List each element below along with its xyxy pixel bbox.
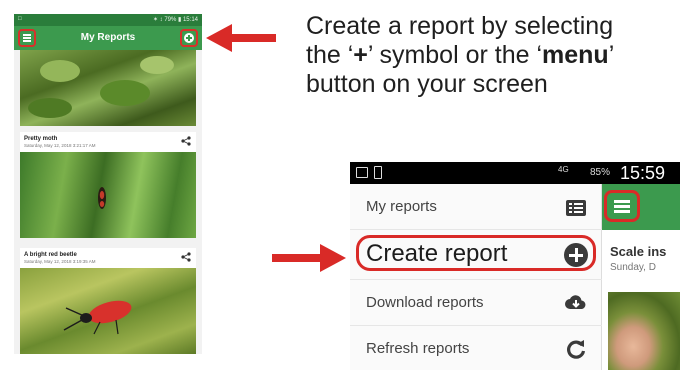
sim-icon bbox=[374, 166, 382, 179]
add-report-button[interactable] bbox=[180, 29, 198, 47]
drawer-item-label: Download reports bbox=[366, 294, 484, 311]
report-card[interactable]: Pretty moth Saturday, May 12, 2018 3:21:… bbox=[20, 132, 196, 238]
instruction-line-1: Create a report by selecting bbox=[306, 12, 614, 40]
network-indicator: 4G bbox=[558, 165, 569, 174]
report-date: Saturday, May 12, 2018 3:21:17 AM bbox=[24, 143, 96, 148]
report-photo bbox=[608, 292, 680, 370]
drawer-item-my-reports[interactable]: My reports bbox=[350, 184, 602, 230]
menu-button[interactable] bbox=[604, 190, 640, 222]
drawer-item-refresh-reports[interactable]: Refresh reports bbox=[350, 326, 602, 370]
drawer-item-label: My reports bbox=[366, 198, 437, 215]
plus-icon bbox=[184, 33, 194, 43]
battery-indicator: 85% bbox=[590, 167, 611, 178]
status-clock: 15:59 bbox=[620, 163, 666, 183]
report-card[interactable]: Scale ins Sunday, D bbox=[602, 230, 680, 370]
drawer-item-create-report[interactable]: Create report bbox=[350, 230, 602, 280]
plus-circle-icon bbox=[564, 243, 588, 267]
status-bar: □ ✶ ↕ 79% ▮ 15:14 bbox=[14, 14, 202, 26]
drawer-item-label: Refresh reports bbox=[366, 340, 470, 357]
right-phone-screenshot: 4G 85% 15:59 My reports Create report Do… bbox=[350, 162, 680, 370]
app-title: My Reports bbox=[80, 32, 136, 43]
left-phone-screenshot: □ ✶ ↕ 79% ▮ 15:14 My Reports Pretty moth… bbox=[14, 14, 202, 354]
pointer-arrow-bottom bbox=[272, 244, 348, 272]
report-date: Sunday, D bbox=[610, 262, 656, 273]
drawer-item-download-reports[interactable]: Download reports bbox=[350, 280, 602, 326]
report-title: Scale ins bbox=[610, 244, 667, 259]
status-right: ✶ ↕ 79% ▮ 15:14 bbox=[152, 17, 198, 23]
menu-button[interactable] bbox=[18, 29, 36, 47]
refresh-icon bbox=[567, 340, 586, 359]
app-bar bbox=[602, 184, 680, 230]
status-left: □ bbox=[18, 16, 22, 22]
share-icon[interactable] bbox=[181, 252, 191, 262]
cloud-download-icon bbox=[565, 295, 586, 309]
instruction-line-2: the ‘+’ symbol or the ‘menu’ bbox=[306, 41, 615, 69]
report-photo-plant bbox=[20, 50, 196, 126]
navigation-drawer: My reports Create report Download report… bbox=[350, 184, 602, 370]
pointer-arrow-top bbox=[206, 24, 276, 52]
image-icon bbox=[356, 167, 368, 178]
moth-photo bbox=[20, 152, 196, 238]
share-icon[interactable] bbox=[181, 136, 191, 146]
list-icon bbox=[566, 200, 586, 216]
app-bar: My Reports bbox=[14, 26, 202, 50]
instruction-text: Create a report by selecting the ‘+’ sym… bbox=[306, 12, 676, 99]
report-date: Saturday, May 12, 2018 3:19:35 AM bbox=[24, 259, 96, 264]
report-title: Pretty moth bbox=[24, 136, 58, 142]
report-title: A bright red beetle bbox=[24, 252, 77, 258]
drawer-item-label: Create report bbox=[366, 240, 508, 267]
status-bar: 4G 85% 15:59 bbox=[350, 162, 680, 184]
report-card[interactable]: A bright red beetle Saturday, May 12, 20… bbox=[20, 248, 196, 354]
beetle-photo bbox=[20, 268, 196, 354]
instruction-line-3: button on your screen bbox=[306, 70, 548, 98]
